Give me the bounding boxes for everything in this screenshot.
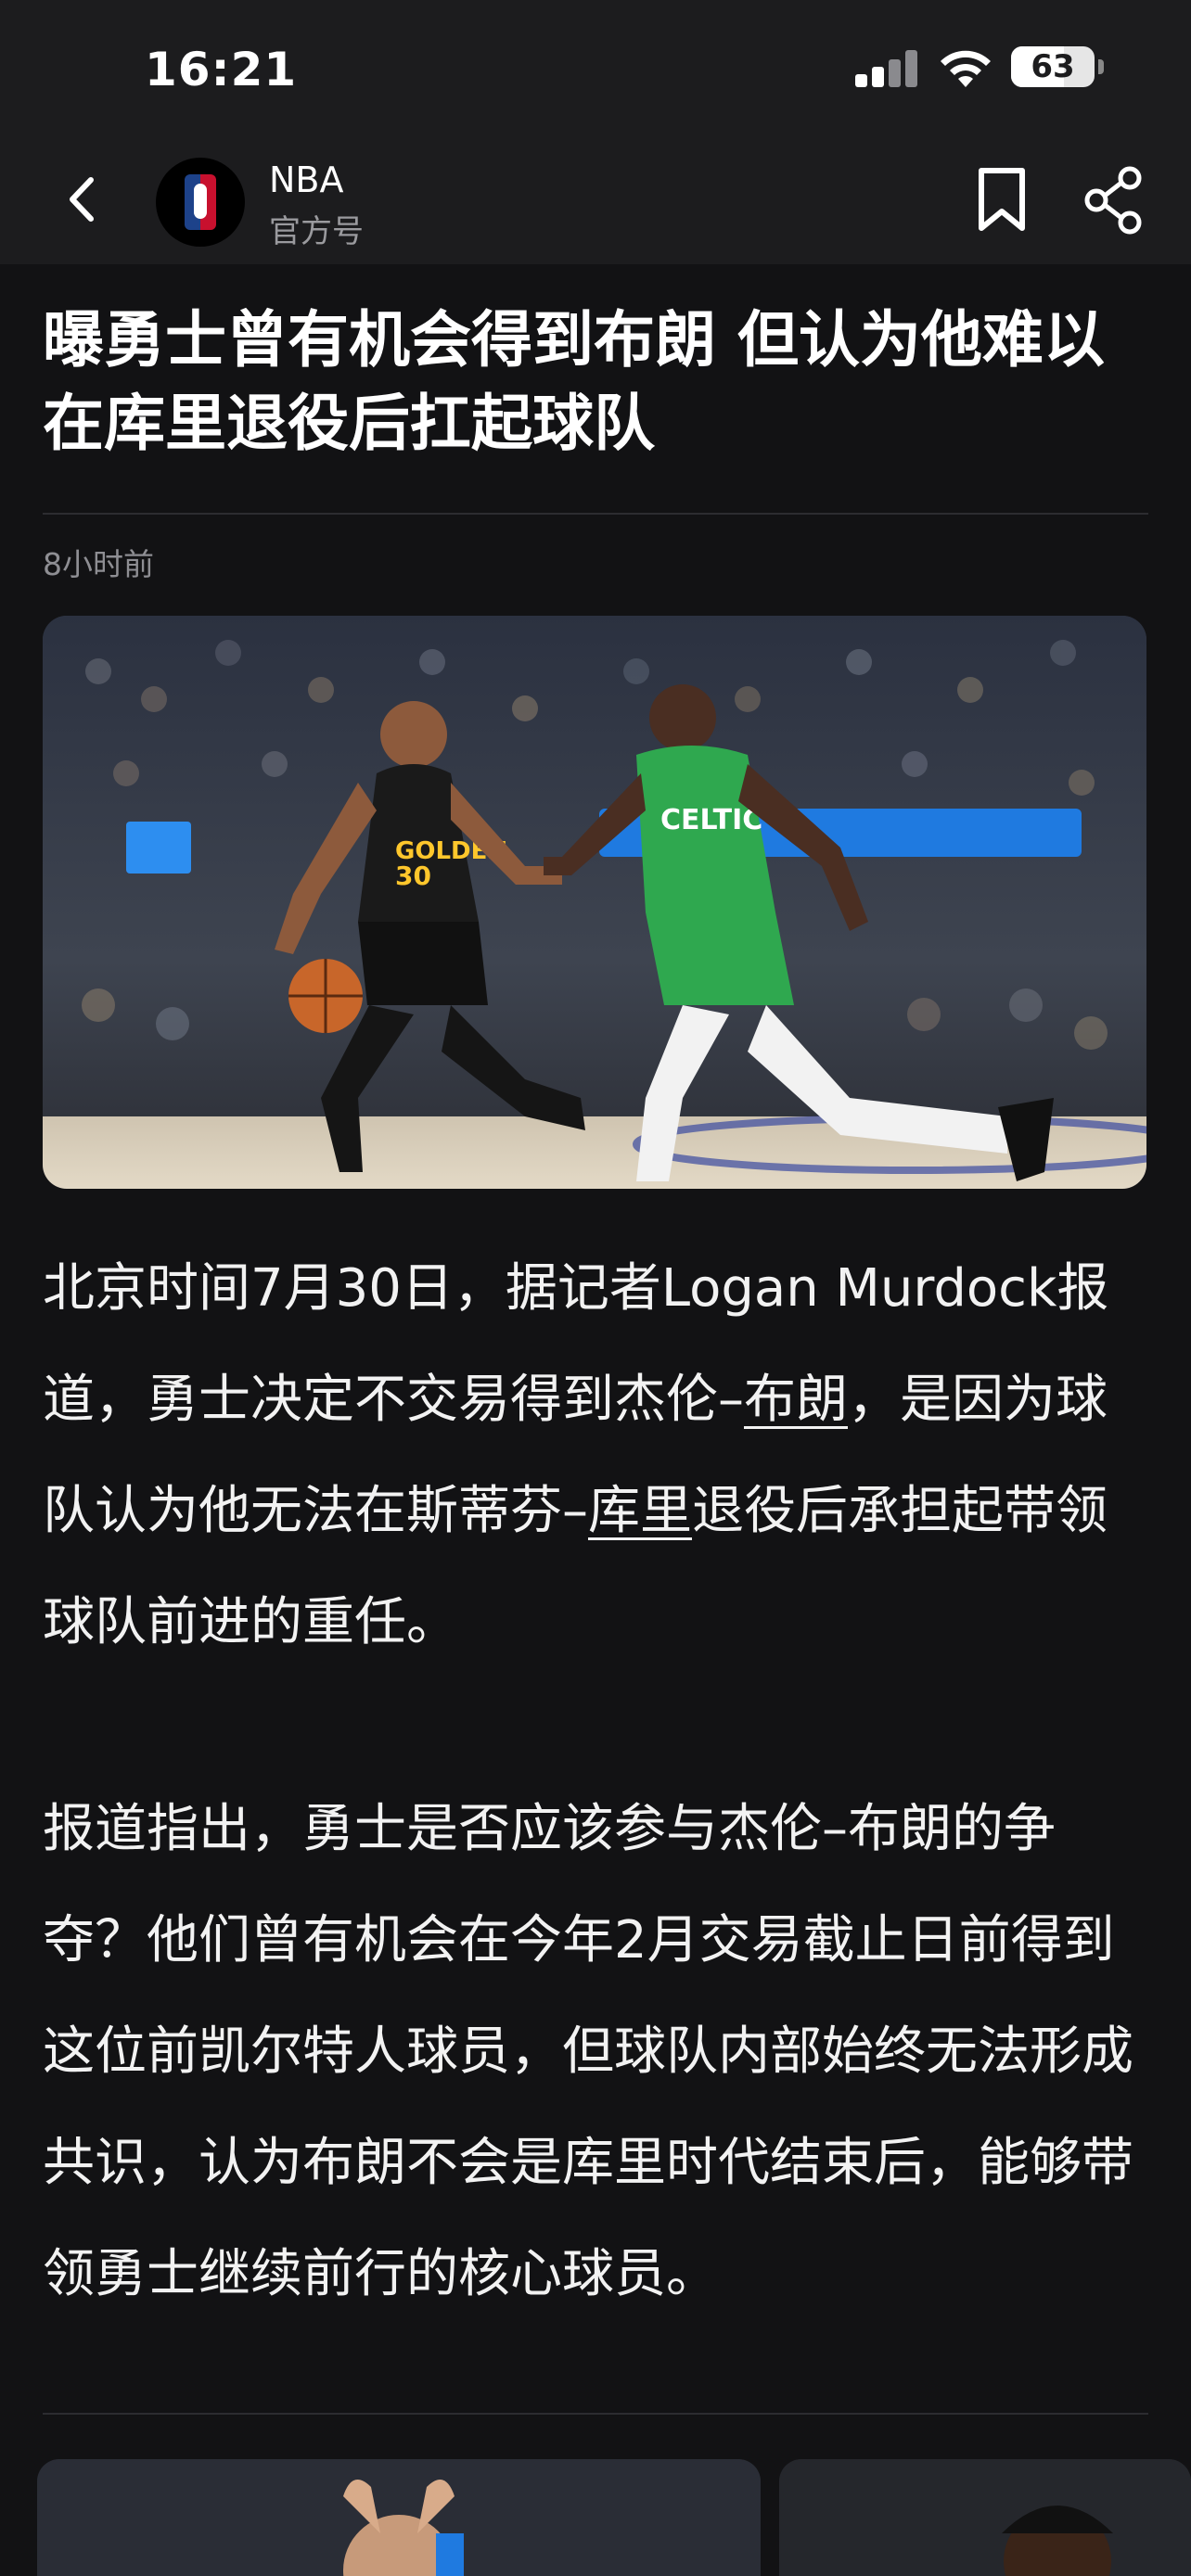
source-avatar[interactable] [156,158,245,247]
battery-icon: 63 [1011,46,1104,87]
status-bar: 16:21 63 [0,0,1191,139]
article-paragraph-2: 报道指出，勇士是否应该参与杰伦–布朗的争夺？他们曾有机会在今年2月交易截止日前得… [43,1799,1133,2304]
svg-text:CELTIC: CELTIC [660,804,762,836]
basketball-game-photo: GOLDEN 30 CELTIC [43,616,1146,1189]
signal-icon [855,48,918,87]
article-hero-image[interactable]: GOLDEN 30 CELTIC [43,616,1146,1189]
source-type: 官方号 [269,213,364,250]
related-article-thumbnail[interactable] [37,2459,761,2576]
battery-percent: 63 [1031,48,1075,85]
related-photo [37,2459,761,2576]
nba-logo-icon [185,174,216,230]
related-photo [779,2459,1191,2576]
player-link-curry[interactable]: 库里 [588,1481,692,1541]
divider [43,513,1148,515]
back-icon[interactable] [56,167,111,232]
related-article-thumbnail[interactable] [779,2459,1191,2576]
status-time: 16:21 [145,43,298,96]
article-paragraph-1: 北京时间7月30日，据记者Logan Murdock报道，勇士决定不交易得到杰伦… [43,1233,1156,1678]
article-header: NBA 官方号 [0,139,1191,264]
article-title: 曝勇士曾有机会得到布朗 但认为他难以在库里退役后扛起球队 [43,304,1105,459]
wifi-icon [941,50,991,87]
player-link-brown[interactable]: 布朗 [744,1370,848,1430]
bookmark-icon[interactable] [974,163,1030,237]
svg-text:30: 30 [395,861,431,891]
publish-time: 8小时前 [43,546,154,582]
source-name[interactable]: NBA [269,159,344,200]
share-icon[interactable] [1082,165,1146,236]
divider [43,2413,1148,2415]
